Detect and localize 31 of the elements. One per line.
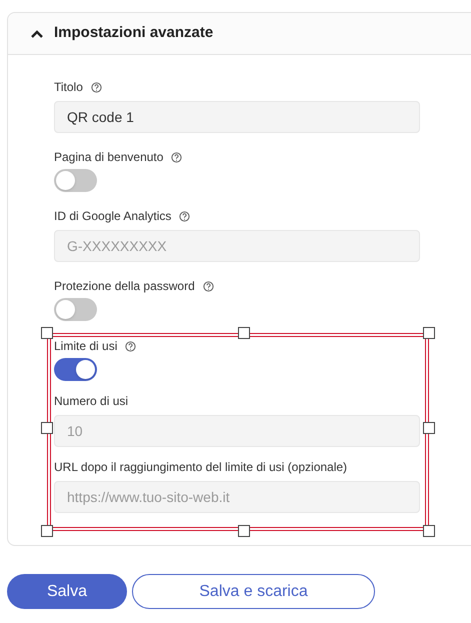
text-field[interactable]: 10 <box>54 415 420 447</box>
text-field[interactable]: QR code 1 <box>54 101 420 133</box>
field-label: Protezione della password <box>54 278 195 295</box>
field-label: Numero di usi <box>54 393 128 410</box>
resize-handle[interactable] <box>238 525 250 537</box>
resize-handle[interactable] <box>238 327 250 339</box>
resize-handle[interactable] <box>423 327 435 339</box>
panel-header[interactable]: Impostazioni avanzate <box>8 13 471 55</box>
resize-handle[interactable] <box>423 422 435 434</box>
toggle-switch[interactable] <box>54 358 97 381</box>
text-field[interactable]: https://www.tuo-sito-web.it <box>54 481 420 513</box>
field-label: URL dopo il raggiungimento del limite di usi (opzionale) <box>54 459 348 476</box>
save-button[interactable]: Salva <box>7 574 127 609</box>
help-icon[interactable] <box>90 82 102 92</box>
toggle-switch[interactable] <box>54 169 97 192</box>
field-label: ID di Google Analytics <box>54 208 172 225</box>
resize-handle[interactable] <box>41 525 53 537</box>
resize-handle[interactable] <box>41 327 53 339</box>
help-icon[interactable] <box>179 210 190 222</box>
resize-handle[interactable] <box>423 525 435 537</box>
help-icon[interactable] <box>171 152 182 162</box>
field-label: Pagina di benvenuto <box>54 149 164 166</box>
help-icon[interactable] <box>125 340 136 352</box>
text-field[interactable]: G-XXXXXXXXX <box>54 230 420 262</box>
field-label: Titolo <box>54 79 83 96</box>
field-label: Limite di usi <box>54 338 118 355</box>
save-download-button[interactable]: Salva e scarica <box>132 574 375 609</box>
toggle-switch[interactable] <box>54 298 97 321</box>
resize-handle[interactable] <box>41 422 53 434</box>
help-icon[interactable] <box>202 280 214 292</box>
chevron-icon <box>30 28 44 38</box>
